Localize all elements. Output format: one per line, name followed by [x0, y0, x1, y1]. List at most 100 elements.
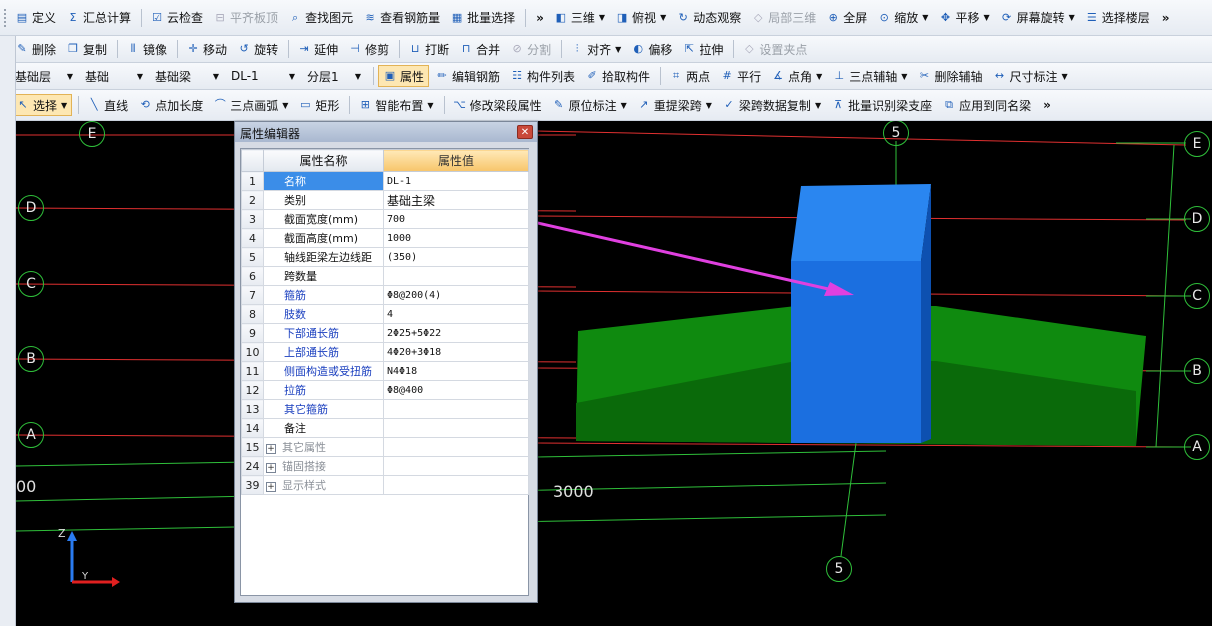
property-name-cell[interactable]: 肢数	[263, 304, 384, 324]
property-name-cell[interactable]: + 锚固搭接	[263, 456, 384, 476]
table-row[interactable]: 12 拉筋 Φ8@400	[241, 380, 529, 400]
property-name-cell[interactable]: 名称	[263, 171, 384, 191]
rebar-view-button[interactable]: ≋ 查看钢筋量	[359, 7, 444, 29]
property-grid[interactable]: 属性名称 属性值 1 名称 DL-1 2 类别 基础主梁 3 截面宽度(mm) 700 4 截面高度…	[240, 148, 529, 596]
property-name-cell[interactable]: + 显示样式	[263, 475, 384, 495]
property-name-cell[interactable]: 备注	[263, 418, 384, 438]
property-value-cell[interactable]: (350)	[383, 247, 529, 267]
delete-button[interactable]: ✎ 删除	[11, 38, 60, 60]
fullscreen-button[interactable]: ⊕ 全屏	[822, 7, 871, 29]
batch-support-button[interactable]: ⊼ 批量识别梁支座	[827, 94, 936, 116]
move-button[interactable]: ✛ 移动	[182, 38, 231, 60]
table-row[interactable]: 3 截面宽度(mm) 700	[241, 209, 529, 229]
dimension-button[interactable]: ↔ 尺寸标注 ▼	[988, 65, 1071, 87]
pick-component-button[interactable]: ✐ 拾取构件	[581, 65, 654, 87]
batch-select-button[interactable]: ▦ 批量选择	[446, 7, 519, 29]
property-name-cell[interactable]: 侧面构造或受扭筋	[263, 361, 384, 381]
property-value-cell[interactable]	[383, 437, 529, 457]
property-editor-title-bar[interactable]: 属性编辑器 ✕	[235, 122, 537, 142]
toolbar-grip[interactable]	[4, 8, 7, 27]
table-row[interactable]: 4 截面高度(mm) 1000	[241, 228, 529, 248]
component-select-3[interactable]: DL-1 ▼	[227, 66, 299, 86]
smart-layout-button[interactable]: ⊞ 智能布置 ▼	[354, 94, 437, 116]
property-name-cell[interactable]: 截面高度(mm)	[263, 228, 384, 248]
parallel-button[interactable]: # 平行	[716, 65, 765, 87]
top-view-button[interactable]: ◨ 俯视 ▼	[611, 7, 670, 29]
property-value-cell[interactable]	[383, 456, 529, 476]
table-row[interactable]: 13 其它箍筋	[241, 399, 529, 419]
span-copy-button[interactable]: ✓ 梁跨数据复制 ▼	[718, 94, 825, 116]
property-value-cell[interactable]	[383, 266, 529, 286]
property-editor-panel[interactable]: 属性编辑器 ✕ 属性名称 属性值 1 名称 DL-1 2 类别 基础主梁 3 截面宽度(mm)…	[234, 121, 538, 603]
table-row[interactable]: 11 侧面构造或受扭筋 N4Φ18	[241, 361, 529, 381]
property-name-cell[interactable]: 上部通长筋	[263, 342, 384, 362]
table-row[interactable]: 9 下部通长筋 2Φ25+5Φ22	[241, 323, 529, 343]
property-value-cell[interactable]	[383, 418, 529, 438]
table-row[interactable]: 2 类别 基础主梁	[241, 190, 529, 210]
align-top-button[interactable]: ⊟ 平齐板顶	[209, 7, 282, 29]
extend-button[interactable]: ⇥ 延伸	[293, 38, 342, 60]
in-place-annotation-button[interactable]: ✎ 原位标注 ▼	[548, 94, 631, 116]
table-row[interactable]: 8 肢数 4	[241, 304, 529, 324]
expand-plus-icon[interactable]: +	[266, 463, 276, 473]
close-icon[interactable]: ✕	[517, 125, 533, 139]
point-angle-button[interactable]: ∡ 点角 ▼	[767, 65, 826, 87]
property-value-cell[interactable]: N4Φ18	[383, 361, 529, 381]
overflow-chevron-icon[interactable]: »	[536, 11, 544, 25]
floor-select-button[interactable]: ☰ 选择楼层	[1081, 7, 1154, 29]
property-value-cell[interactable]: 4	[383, 304, 529, 324]
rotate-screen-button[interactable]: ⟳ 屏幕旋转 ▼	[996, 7, 1079, 29]
property-name-cell[interactable]: 类别	[263, 190, 384, 210]
apply-same-button[interactable]: ⧉ 应用到同名梁	[938, 94, 1035, 116]
offset-button[interactable]: ◐ 偏移	[627, 38, 676, 60]
table-row[interactable]: 10 上部通长筋 4Φ20+3Φ18	[241, 342, 529, 362]
grip-point-button[interactable]: ◇ 设置夹点	[738, 38, 811, 60]
3d-viewport[interactable]: E D C B A E D C B A 5 5 00 3000	[16, 121, 1212, 626]
local-3d-button[interactable]: ◇ 局部三维	[747, 7, 820, 29]
line-button[interactable]: ╲ 直线	[83, 94, 132, 116]
table-row[interactable]: 24 + 锚固搭接	[241, 456, 529, 476]
pointer-button[interactable]: ↖ 选择 ▼	[11, 94, 73, 116]
point-length-button[interactable]: ⟲ 点加长度	[134, 94, 207, 116]
property-value-cell[interactable]: Φ8@200(4)	[383, 285, 529, 305]
property-value-cell[interactable]	[383, 475, 529, 495]
orbit-button[interactable]: ↻ 动态观察	[672, 7, 745, 29]
align-button[interactable]: ⫶ 对齐 ▼	[566, 38, 625, 60]
table-row[interactable]: 7 箍筋 Φ8@200(4)	[241, 285, 529, 305]
sigma-button[interactable]: Σ 汇总计算	[62, 7, 135, 29]
property-name-cell[interactable]: 截面宽度(mm)	[263, 209, 384, 229]
property-name-cell[interactable]: 拉筋	[263, 380, 384, 400]
component-select-0[interactable]: 基础层 ▼	[11, 66, 77, 86]
expand-plus-icon[interactable]: +	[266, 482, 276, 492]
zoom-button[interactable]: ⊙ 缩放 ▼	[873, 7, 932, 29]
property-name-cell[interactable]: 下部通长筋	[263, 323, 384, 343]
component-list-button[interactable]: ☷ 构件列表	[506, 65, 579, 87]
edit-rebar-button[interactable]: ✏ 编辑钢筋	[431, 65, 504, 87]
expand-plus-icon[interactable]: +	[266, 444, 276, 454]
component-select-4[interactable]: 分层1 ▼	[303, 66, 365, 86]
define-button[interactable]: ▤ 定义	[11, 7, 60, 29]
cloud-check-button[interactable]: ☑ 云检查	[146, 7, 207, 29]
component-select-2[interactable]: 基础梁 ▼	[151, 66, 223, 86]
table-row[interactable]: 5 轴线距梁左边线距 (350)	[241, 247, 529, 267]
property-name-cell[interactable]: 其它箍筋	[263, 399, 384, 419]
property-value-cell[interactable]	[383, 399, 529, 419]
property-value-cell[interactable]: DL-1	[383, 171, 529, 191]
properties-button[interactable]: ▣ 属性	[378, 65, 430, 87]
property-name-cell[interactable]: 轴线距梁左边线距	[263, 247, 384, 267]
table-row[interactable]: 15 + 其它属性	[241, 437, 529, 457]
property-value-cell[interactable]: 2Φ25+5Φ22	[383, 323, 529, 343]
stretch-button[interactable]: ⇱ 拉伸	[678, 38, 727, 60]
left-panel-strip[interactable]	[0, 36, 16, 626]
table-row[interactable]: 6 跨数量	[241, 266, 529, 286]
break-button[interactable]: ⊔ 打断	[404, 38, 453, 60]
two-point-button[interactable]: ⌗ 两点	[665, 65, 714, 87]
property-value-cell[interactable]: 基础主梁	[383, 190, 529, 210]
property-name-cell[interactable]: 箍筋	[263, 285, 384, 305]
property-value-cell[interactable]: Φ8@400	[383, 380, 529, 400]
arc-button[interactable]: ⌒ 三点画弧 ▼	[209, 94, 292, 116]
table-row[interactable]: 1 名称 DL-1	[241, 171, 529, 191]
overflow-chevron-icon[interactable]: »	[1162, 11, 1170, 25]
mirror-button[interactable]: ⫴ 镜像	[122, 38, 171, 60]
component-select-1[interactable]: 基础 ▼	[81, 66, 147, 86]
